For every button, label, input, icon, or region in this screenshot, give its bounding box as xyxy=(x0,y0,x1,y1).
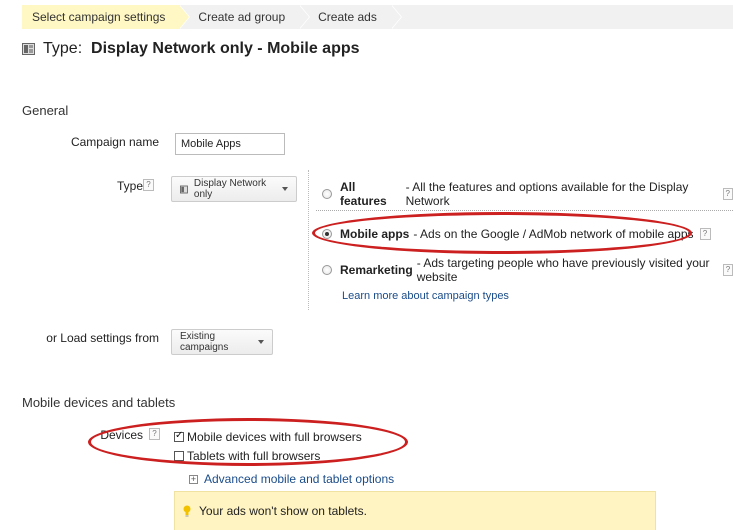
display-network-icon xyxy=(180,185,188,193)
mobile-devices-checkbox[interactable] xyxy=(174,430,184,442)
device-option-label: Mobile devices with full browsers xyxy=(187,430,362,444)
type-option-remarketing[interactable]: Remarketing - Ads targeting people who h… xyxy=(322,256,733,284)
device-option-tablets[interactable]: Tablets with full browsers xyxy=(174,449,320,463)
mobile-apps-help-icon[interactable]: ? xyxy=(699,228,711,240)
tablet-notice: Your ads won't show on tablets. xyxy=(174,491,656,530)
option-description: - All the features and options available… xyxy=(405,180,689,208)
breadcrumb: Select campaign settings Create ad group… xyxy=(22,5,402,29)
load-settings-dropdown-value: Existing campaigns xyxy=(180,331,229,353)
type-help-icon[interactable]: ? xyxy=(143,179,154,191)
all-features-radio[interactable] xyxy=(322,189,332,199)
campaign-type-heading: Type: Display Network only - Mobile apps xyxy=(22,40,360,58)
campaign-name-input[interactable] xyxy=(175,133,285,155)
lightbulb-icon xyxy=(183,505,191,517)
devices-label: Devices xyxy=(100,428,143,442)
general-section-title: General xyxy=(22,103,69,118)
all-features-help-icon[interactable]: ? xyxy=(722,188,733,200)
type-dropdown-value: Display Network only xyxy=(193,178,267,200)
remarketing-help-icon[interactable]: ? xyxy=(722,264,733,276)
mobile-devices-section-title: Mobile devices and tablets xyxy=(22,395,176,410)
breadcrumb-step-create-ads[interactable]: Create ads xyxy=(300,5,402,29)
device-option-mobile[interactable]: Mobile devices with full browsers xyxy=(174,430,362,444)
option-description: - Ads targeting people who have previous… xyxy=(416,256,710,284)
option-name: All features xyxy=(340,180,387,208)
options-divider-vertical xyxy=(308,170,310,310)
breadcrumb-step-select-campaign-settings[interactable]: Select campaign settings xyxy=(22,5,191,29)
type-label: Type xyxy=(116,179,143,193)
mobile-apps-radio[interactable] xyxy=(322,229,332,239)
options-divider-horizontal xyxy=(316,210,733,211)
type-option-mobile-apps[interactable]: Mobile apps - Ads on the Google / AdMob … xyxy=(322,227,711,241)
breadcrumb-step-create-ad-group[interactable]: Create ad group xyxy=(180,5,310,29)
chevron-down-icon xyxy=(282,187,288,191)
option-description: - Ads on the Google / AdMob network of m… xyxy=(413,227,694,241)
notice-text: Your ads won't show on tablets. xyxy=(199,504,367,518)
type-dropdown[interactable]: Display Network only xyxy=(171,176,297,202)
advanced-options-toggle[interactable]: + Advanced mobile and tablet options xyxy=(189,472,394,486)
tablets-checkbox[interactable] xyxy=(174,451,184,461)
display-network-icon xyxy=(22,43,35,55)
page-title: Type: Display Network only - Mobile apps xyxy=(43,40,360,57)
chevron-down-icon xyxy=(258,340,264,344)
option-name: Mobile apps xyxy=(340,227,410,241)
campaign-name-label: Campaign name xyxy=(70,135,159,149)
load-settings-dropdown[interactable]: Existing campaigns xyxy=(171,329,273,355)
advanced-options-link[interactable]: Advanced mobile and tablet options xyxy=(204,472,394,486)
remarketing-radio[interactable] xyxy=(322,265,332,275)
devices-help-icon[interactable]: ? xyxy=(149,428,160,440)
learn-more-campaign-types-link[interactable]: Learn more about campaign types xyxy=(342,290,509,302)
load-settings-label: or Load settings from xyxy=(46,331,159,345)
expand-plus-icon[interactable]: + xyxy=(189,474,198,484)
type-option-all-features[interactable]: All features - All the features and opti… xyxy=(322,180,733,208)
campaign-type-value: Display Network only - Mobile apps xyxy=(91,40,360,57)
option-name: Remarketing xyxy=(340,263,413,277)
device-option-label: Tablets with full browsers xyxy=(187,449,321,463)
